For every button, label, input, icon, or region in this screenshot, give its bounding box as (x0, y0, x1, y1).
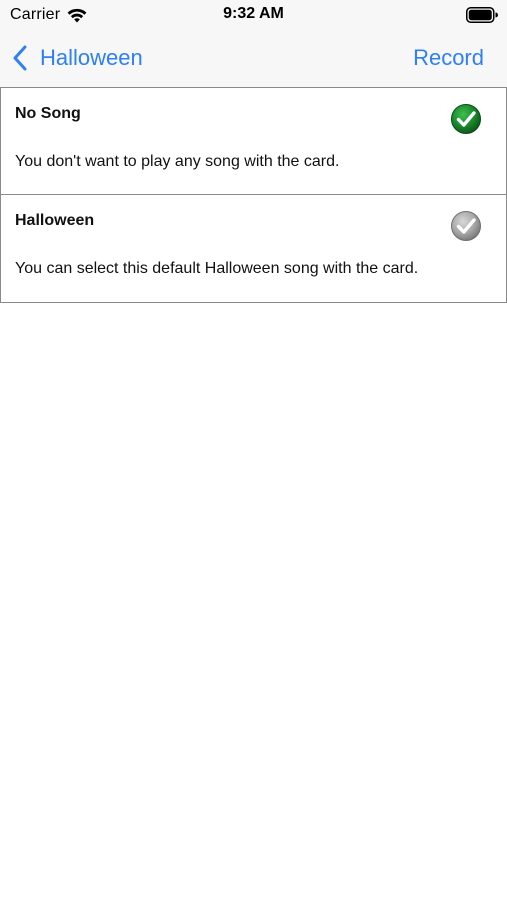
song-options-list: No Song You don't want to play any song … (0, 87, 507, 303)
song-picker-screen: Carrier 9:32 AM Halloween Record No Song (0, 0, 507, 900)
back-button[interactable]: Halloween (12, 42, 143, 74)
gray-checkmark-icon (451, 211, 481, 241)
back-button-label: Halloween (40, 45, 143, 70)
song-option-title: No Song (15, 105, 81, 122)
chevron-left-icon (13, 45, 27, 71)
song-option-no-song[interactable]: No Song You don't want to play any song … (0, 87, 507, 195)
song-option-title: Halloween (15, 212, 95, 229)
battery-icon (466, 7, 498, 23)
song-option-description: You don't want to play any song with the… (15, 153, 340, 170)
record-button[interactable]: Record (413, 42, 484, 74)
status-bar: Carrier 9:32 AM (0, 0, 507, 32)
song-option-description: You can select this default Halloween so… (15, 260, 419, 277)
green-checkmark-icon (451, 104, 481, 134)
song-option-halloween[interactable]: Halloween You can select this default Ha… (0, 194, 507, 303)
status-time: 9:32 AM (223, 5, 284, 22)
navigation-bar: Halloween Record (0, 32, 507, 87)
